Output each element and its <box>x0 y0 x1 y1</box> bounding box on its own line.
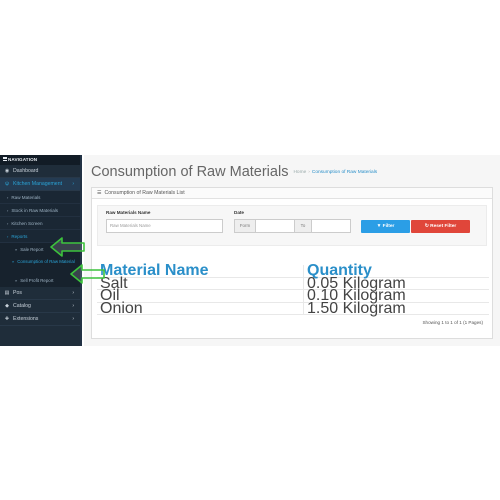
table-row: Oil 0.10 Kilogram <box>97 288 489 304</box>
page-title: Consumption of Raw Materials <box>91 164 289 180</box>
sidebar-item-extensions[interactable]: ✚ Extensions › <box>0 313 80 326</box>
chevron-right-icon: › <box>72 303 74 309</box>
sidebar-item-label: Kitchen Management <box>13 181 63 187</box>
chevron-right-icon: » <box>12 259 15 264</box>
sidebar-item-raw-materials[interactable]: › Raw Materials <box>0 191 80 204</box>
puzzle-icon: ✚ <box>4 316 10 322</box>
sidebar-item-catalog[interactable]: ◆ Catalog › <box>0 300 80 313</box>
chevron-right-icon: » <box>15 247 18 252</box>
list-panel: ☰ Consumption of Raw Materials List Raw M… <box>91 187 493 339</box>
panel-title: Consumption of Raw Materials List <box>104 190 185 196</box>
sidebar-item-label: Pos <box>13 290 22 296</box>
sidebar-item-kitchen-management[interactable]: ψ Kitchen Management › <box>0 178 80 191</box>
quantity-cell: 1.50 Kilogram <box>307 299 406 317</box>
date-to-addon: To <box>294 219 312 233</box>
filter-box: Raw Materials Name Raw Materials Name Da… <box>97 205 487 246</box>
filter-button[interactable]: ▼ Filter <box>361 220 410 233</box>
breadcrumb: Home › Consumption of Raw Materials <box>293 170 377 175</box>
cutlery-icon: ψ <box>5 181 9 187</box>
chevron-right-icon: › <box>7 208 9 213</box>
raw-materials-name-input[interactable]: Raw Materials Name <box>106 219 223 233</box>
breadcrumb-current[interactable]: Consumption of Raw Materials <box>312 170 377 175</box>
sidebar-item-label: Extensions <box>13 316 39 322</box>
main-content: Consumption of Raw Materials Home › Consum… <box>84 155 500 346</box>
pagination-text: Showing 1 to 1 of 1 (1 Pages) <box>422 320 483 325</box>
sidebar-item-sell-profit-report[interactable]: » Sell Profit Report <box>0 274 80 287</box>
table-header-row: Material Name Quantity <box>97 263 489 279</box>
chevron-right-icon: › <box>7 195 9 200</box>
navigation-header: NAVIGATION <box>0 155 80 165</box>
date-to-input[interactable] <box>311 219 351 233</box>
sidebar-item-label: Dashboard <box>13 168 39 174</box>
tag-icon: ◆ <box>5 303 9 309</box>
reset-filter-button[interactable]: ↻ Reset Filter <box>411 220 470 233</box>
date-from-input[interactable] <box>255 219 295 233</box>
chevron-right-icon: › <box>72 290 74 296</box>
dashboard-icon: ◉ <box>4 168 10 174</box>
sidebar-item-kitchen-screen[interactable]: › Kitchen Screen <box>0 217 80 230</box>
table-row: Salt 0.05 Kilogram <box>97 275 489 291</box>
sidebar-item-dashboard[interactable]: ◉ Dashboard <box>0 165 80 178</box>
annotation-arrow-consumption <box>70 264 105 284</box>
chevron-right-icon: › <box>72 316 74 322</box>
table-row: Onion 1.50 Kilogram <box>97 299 489 317</box>
chevron-right-icon: › <box>7 234 9 239</box>
cart-icon: ▤ <box>4 290 10 296</box>
chevron-right-icon: › <box>72 181 74 187</box>
sidebar-item-stock-in-raw-materials[interactable]: › Stock in Raw Materials <box>0 204 80 217</box>
chevron-right-icon: » <box>15 278 18 283</box>
sidebar-item-label: Catalog <box>13 303 31 309</box>
material-name-cell: Onion <box>100 299 143 317</box>
page-header: Consumption of Raw Materials Home › Consum… <box>84 155 500 187</box>
materials-table: Material Name Quantity Salt 0.05 Kilogra… <box>97 263 489 317</box>
menu-bars-icon <box>3 157 7 161</box>
annotation-arrow-reports <box>50 237 85 257</box>
date-label: Date <box>234 210 244 215</box>
chevron-right-icon: › <box>7 221 9 226</box>
sidebar-item-pos[interactable]: ▤ Pos › <box>0 287 80 300</box>
list-icon: ☰ <box>97 190 102 196</box>
breadcrumb-home[interactable]: Home <box>293 170 306 175</box>
raw-materials-name-label: Raw Materials Name <box>106 210 151 215</box>
breadcrumb-separator: › <box>308 169 310 175</box>
panel-heading: ☰ Consumption of Raw Materials List <box>92 188 492 199</box>
sidebar-item-consumption-of-raw-material[interactable]: » Consumption of Raw Material <box>0 256 80 274</box>
date-from-addon: Form <box>234 219 256 233</box>
